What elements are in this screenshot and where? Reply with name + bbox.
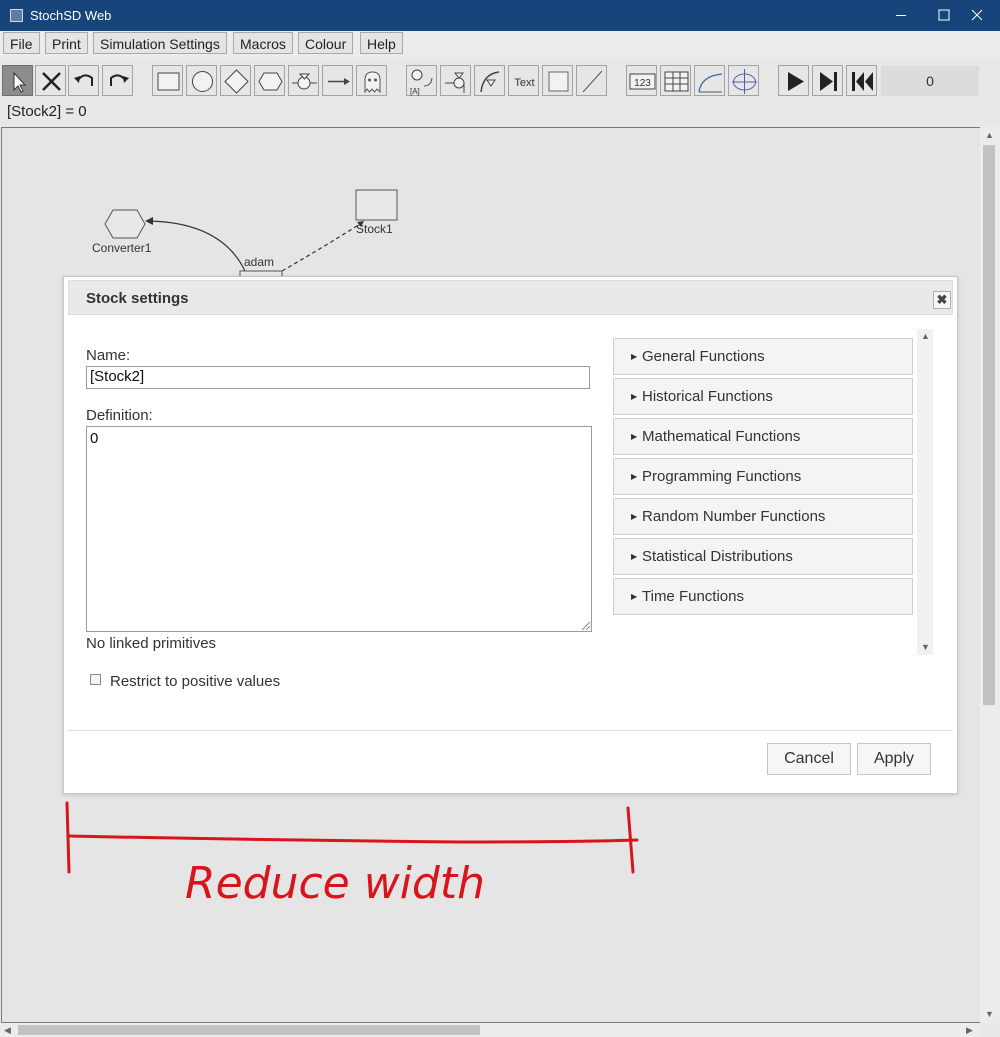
fn-scroll-up-icon[interactable]: ▲ [921, 331, 930, 341]
dialog-close-icon[interactable]: ✖ [933, 291, 951, 309]
dialog-header[interactable]: Stock settings ✖ [68, 280, 953, 315]
stock-settings-dialog: Stock settings ✖ Name: [Stock2] Definiti… [63, 276, 958, 794]
menu-help[interactable]: Help [360, 32, 403, 54]
menu-print[interactable]: Print [45, 32, 88, 54]
line-tool-icon[interactable] [576, 65, 607, 96]
flow-label: adam [244, 255, 275, 269]
undo-icon[interactable] [68, 65, 99, 96]
menu-simulation-settings[interactable]: Simulation Settings [93, 32, 227, 54]
fn-random-number[interactable]: ▶ Random Number Functions [613, 498, 913, 535]
auxiliary-tool-icon[interactable] [186, 65, 217, 96]
menu-colour[interactable]: Colour [298, 32, 354, 54]
window-title: StochSD Web [30, 8, 112, 23]
delete-icon[interactable] [35, 65, 66, 96]
expand-icon: ▶ [631, 552, 638, 561]
fn-programming[interactable]: ▶ Programming Functions [613, 458, 913, 495]
xy-plot-tool-icon[interactable] [728, 65, 759, 96]
linked-primitives-text: No linked primitives [86, 635, 217, 652]
restrict-label: Restrict to positive values [110, 673, 281, 690]
expand-icon: ▶ [631, 432, 638, 441]
fn-historical[interactable]: ▶ Historical Functions [613, 378, 913, 415]
fn-statistical[interactable]: ▶ Statistical Distributions [613, 538, 913, 575]
annotation-drawing: Reduce width [65, 801, 639, 909]
cancel-button[interactable]: Cancel [767, 743, 851, 775]
number-box-tool-icon[interactable]: 123 [626, 65, 657, 96]
vertical-scroll-thumb[interactable] [983, 145, 995, 705]
converter-tool-icon[interactable] [254, 65, 285, 96]
expand-icon: ▶ [631, 592, 638, 601]
scroll-right-icon[interactable]: ▶ [966, 1025, 973, 1036]
text-tool-label: Text [514, 77, 534, 89]
parameter-tool-icon[interactable] [220, 65, 251, 96]
ghost-tool-label: [A] [410, 87, 420, 96]
fn-general[interactable]: ▶ General Functions [613, 338, 913, 375]
ghost-tool-icon[interactable] [356, 65, 387, 96]
restrict-checkbox[interactable] [90, 674, 101, 685]
functions-panel: ▶ General Functions ▶ Historical Functions… [613, 329, 933, 655]
fn-mathematical[interactable]: ▶ Mathematical Functions [613, 418, 913, 455]
reduce-width-annotation: Reduce width [60, 800, 660, 925]
stock1-label: Stock1 [356, 222, 393, 236]
stock-tool-icon[interactable] [152, 65, 183, 96]
toolbar: [A] Text 123 [0, 60, 1000, 100]
definition-label: Definition: [86, 407, 153, 424]
minimize-icon[interactable] [878, 0, 924, 31]
title-bar: StochSD Web [0, 0, 1000, 31]
reset-icon[interactable] [846, 65, 877, 96]
number-tool-label: 123 [634, 78, 651, 89]
expand-icon: ▶ [631, 352, 638, 361]
table-tool-icon[interactable] [660, 65, 691, 96]
app-icon [10, 9, 23, 22]
expand-icon: ▶ [631, 512, 638, 521]
functions-scrollbar[interactable]: ▲ ▼ [917, 329, 933, 655]
time-plot-tool-icon[interactable] [694, 65, 725, 96]
horizontal-scroll-thumb[interactable] [18, 1025, 480, 1035]
menu-macros[interactable]: Macros [233, 32, 293, 54]
flow-connect-tool-icon[interactable] [440, 65, 471, 96]
dialog-divider [68, 730, 953, 731]
redo-icon[interactable] [102, 65, 133, 96]
stock1-shape [355, 189, 398, 221]
expand-icon: ▶ [631, 392, 638, 401]
play-icon[interactable] [778, 65, 809, 96]
vertical-scrollbar[interactable]: ▲ ▼ [980, 127, 1000, 1023]
status-text: [Stock2] = 0 [7, 103, 87, 120]
curved-flow-tool-icon[interactable] [474, 65, 505, 96]
definition-textarea[interactable]: 0 [86, 426, 592, 632]
definition-value: 0 [90, 430, 99, 447]
text-tool-icon[interactable]: Text [508, 65, 539, 96]
apply-button[interactable]: Apply [857, 743, 931, 775]
converter-label: Converter1 [92, 241, 152, 255]
pointer-tool-icon[interactable] [2, 65, 33, 96]
scroll-left-icon[interactable]: ◀ [4, 1025, 11, 1036]
link-tool-icon[interactable] [322, 65, 353, 96]
vector-ghost-tool-icon[interactable]: [A] [406, 65, 437, 96]
step-icon[interactable] [812, 65, 843, 96]
expand-icon: ▶ [631, 472, 638, 481]
menu-file[interactable]: File [3, 32, 40, 54]
resize-grip-icon[interactable] [582, 622, 590, 630]
name-input[interactable]: [Stock2] [86, 366, 590, 389]
time-display: 0 [881, 66, 979, 96]
name-label: Name: [86, 347, 131, 364]
fn-scroll-down-icon[interactable]: ▼ [921, 642, 930, 652]
menu-bar: File Print Simulation Settings Macros Co… [0, 31, 1000, 57]
converter-shape [104, 209, 146, 239]
close-icon[interactable] [954, 0, 1000, 31]
horizontal-scrollbar[interactable]: ◀ ▶ [0, 1023, 980, 1037]
dialog-title: Stock settings [86, 290, 189, 307]
scroll-up-icon[interactable]: ▲ [985, 130, 994, 140]
flow-tool-icon[interactable] [288, 65, 319, 96]
annotation-text: Reduce width [185, 858, 485, 909]
scroll-down-icon[interactable]: ▼ [985, 1009, 994, 1019]
fn-time[interactable]: ▶ Time Functions [613, 578, 913, 615]
rectangle-tool-icon[interactable] [542, 65, 573, 96]
